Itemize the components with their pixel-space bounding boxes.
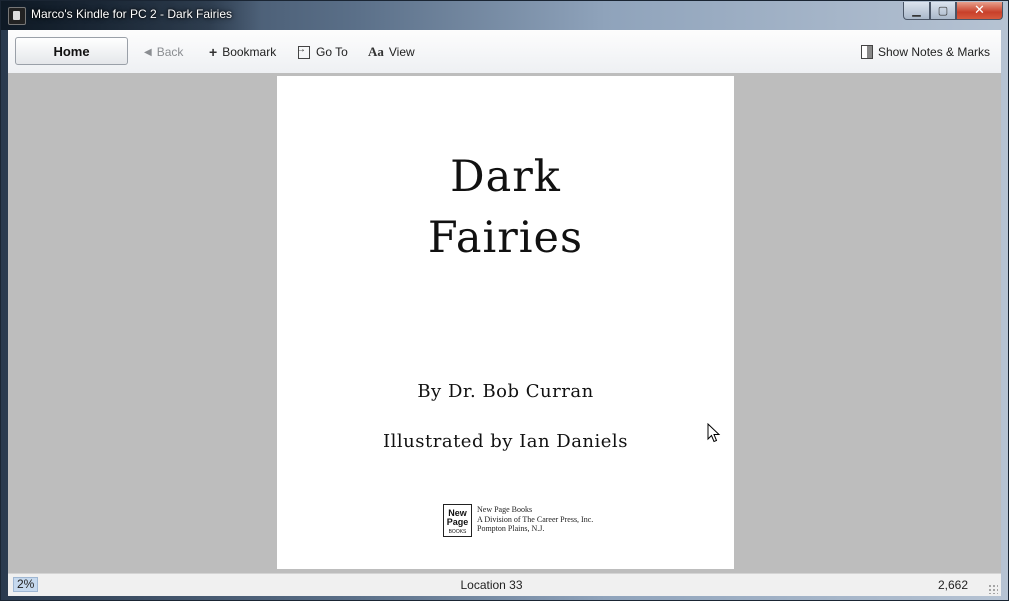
app-window: Marco's Kindle for PC 2 - Dark Fairies ▁…: [0, 0, 1009, 601]
goto-icon: [296, 44, 310, 59]
plus-icon: +: [209, 44, 218, 60]
bookmark-label: Bookmark: [222, 45, 277, 59]
bookmark-button[interactable]: + Bookmark: [209, 44, 276, 60]
location-indicator: Location 33: [460, 578, 523, 592]
book-page[interactable]: Dark Fairies By Dr. Bob Curran Illustrat…: [277, 76, 734, 569]
maximize-button[interactable]: ▢: [930, 2, 956, 20]
publisher-logo-line-2: Page: [446, 517, 469, 527]
status-bar: 2% Location 33 2,662: [8, 573, 1001, 596]
back-arrow-icon: ◀: [144, 46, 152, 58]
notes-icon: [861, 45, 873, 59]
kindle-app-icon[interactable]: [8, 7, 26, 25]
toolbar: Home ◀ Back + Bookmark Go To Aa View Sho…: [8, 30, 1001, 74]
font-size-icon: Aa: [368, 44, 384, 59]
window-controls: ▁ ▢ ✕: [903, 2, 1003, 20]
author-line: By Dr. Bob Curran: [417, 381, 594, 402]
publisher-info: New Page Books A Division of The Career …: [477, 505, 593, 534]
total-locations: 2,662: [937, 578, 968, 592]
home-button[interactable]: Home: [15, 37, 128, 65]
book-title-line-2: Fairies: [427, 213, 584, 263]
view-label: View: [388, 45, 415, 59]
publisher-logo: New Page BOOKS: [443, 504, 472, 537]
close-button[interactable]: ✕: [956, 2, 1003, 20]
illustrator-line: Illustrated by Ian Daniels: [383, 431, 628, 452]
goto-label: Go To: [316, 45, 348, 59]
publisher-line: Pompton Plains, N.J.: [477, 524, 545, 533]
reading-area[interactable]: Dark Fairies By Dr. Bob Curran Illustrat…: [8, 73, 1001, 573]
back-label: Back: [156, 45, 184, 59]
title-bar[interactable]: Marco's Kindle for PC 2 - Dark Fairies ▁…: [1, 1, 1008, 30]
minimize-button[interactable]: ▁: [903, 2, 930, 20]
show-notes-button[interactable]: Show Notes & Marks: [861, 44, 990, 60]
window-title: Marco's Kindle for PC 2 - Dark Fairies: [31, 7, 233, 21]
back-button[interactable]: ◀ Back: [144, 44, 183, 60]
book-title-line-1: Dark: [450, 152, 561, 202]
publisher-logo-line-3: BOOKS: [448, 529, 467, 535]
view-button[interactable]: Aa View: [368, 44, 415, 60]
resize-grip-icon[interactable]: [988, 584, 998, 594]
publisher-line: New Page Books: [477, 505, 533, 514]
show-notes-label: Show Notes & Marks: [878, 45, 991, 59]
publisher-line: A Division of The Career Press, Inc.: [477, 514, 594, 524]
goto-button[interactable]: Go To: [296, 44, 348, 60]
